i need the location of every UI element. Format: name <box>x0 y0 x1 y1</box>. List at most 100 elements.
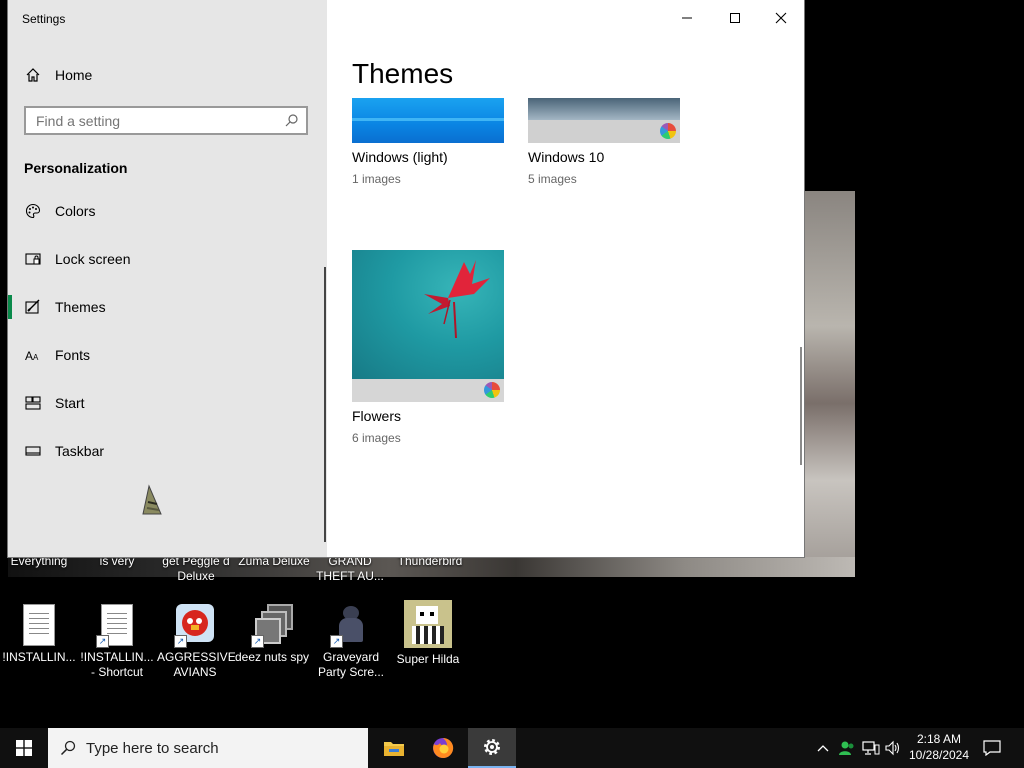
desktop-icon-label: !INSTALLIN... - Shortcut <box>80 650 154 679</box>
minimize-icon <box>682 17 692 19</box>
angry-bird-icon: ↗ <box>174 604 214 648</box>
flower-image <box>424 260 490 339</box>
theme-name: Windows 10 <box>528 149 605 165</box>
color-swatch-icon <box>660 123 676 139</box>
taskbar-icon <box>24 442 42 460</box>
firefox-icon <box>433 737 454 758</box>
document-icon <box>20 604 58 646</box>
action-center-button[interactable] <box>978 728 1006 768</box>
nav-item-themes[interactable]: Themes <box>24 295 106 319</box>
window-stack-icon: ↗ <box>251 604 293 648</box>
theme-thumbnail <box>352 98 504 143</box>
cursor-icon <box>139 484 165 523</box>
desktop-icon-graveyard[interactable]: ↗ Graveyard Party Scre... <box>313 604 389 680</box>
search-icon <box>60 740 76 756</box>
nav-item-fonts[interactable]: AA Fonts <box>24 343 90 367</box>
theme-tile-windows-10[interactable]: Windows 10 5 images <box>528 98 680 186</box>
page-title: Themes <box>352 58 454 89</box>
taskbar-search-placeholder: Type here to search <box>86 739 219 757</box>
desktop-icon-installing-shortcut[interactable]: ↗ !INSTALLIN... - Shortcut <box>79 604 155 680</box>
minimize-button[interactable] <box>664 0 710 36</box>
desktop-icon-super-hilda[interactable]: Super Hilda <box>390 600 466 667</box>
folder-icon <box>384 742 404 756</box>
nav-item-label: Taskbar <box>55 443 105 459</box>
desktop-icon-label: deez nuts spy <box>234 650 310 664</box>
windows-logo-icon <box>16 740 32 756</box>
svg-text:A: A <box>25 349 33 363</box>
nav-home[interactable]: Home <box>24 63 92 87</box>
window-title: Settings <box>22 12 66 26</box>
theme-thumbnail <box>352 250 504 402</box>
svg-text:A: A <box>33 353 39 362</box>
close-button[interactable] <box>758 0 804 36</box>
theme-tile-windows-light[interactable]: Windows (light) 1 images <box>352 98 504 186</box>
theme-count: 1 images <box>352 172 401 186</box>
theme-name: Flowers <box>352 408 402 424</box>
search-icon[interactable] <box>285 113 299 132</box>
graveyard-icon: ↗ <box>330 604 370 648</box>
desktop-icon-deez-nuts-spy[interactable]: ↗ deez nuts spy <box>234 604 310 665</box>
nav-item-taskbar[interactable]: Taskbar <box>24 439 104 463</box>
desktop-wallpaper <box>803 191 855 577</box>
theme-count: 6 images <box>352 431 401 445</box>
maximize-icon <box>730 13 740 23</box>
nav-item-label: Fonts <box>55 347 91 363</box>
desktop-label-gta[interactable]: GRAND THEFT AU... <box>316 554 384 584</box>
gear-icon <box>484 739 500 755</box>
desktop-icon-label: Super Hilda <box>396 652 460 666</box>
lock-screen-icon <box>24 250 42 268</box>
theme-tile-flowers[interactable]: Flowers 6 images <box>352 250 504 445</box>
maximize-button[interactable] <box>712 0 758 36</box>
palette-icon <box>24 202 42 220</box>
start-button[interactable] <box>0 728 48 768</box>
desktop-icon-label: !INSTALLIN... <box>2 650 76 664</box>
document-shortcut-icon: ↗ <box>96 604 136 648</box>
nav-home-label: Home <box>55 67 93 83</box>
find-setting-box[interactable] <box>24 106 308 135</box>
color-swatch-icon <box>484 382 500 398</box>
taskbar: Type here to search 2:18 AM 10/28/2024 <box>0 728 1024 768</box>
clock-date: 10/28/2024 <box>908 748 970 762</box>
tray-network[interactable] <box>860 728 882 768</box>
clock-time: 2:18 AM <box>916 732 962 746</box>
desktop-icon-label: Graveyard Party Scre... <box>317 650 385 679</box>
nav-item-start[interactable]: Start <box>24 391 85 415</box>
nav-item-label: Colors <box>55 203 96 219</box>
tray-chevron-button[interactable] <box>812 728 834 768</box>
chevron-up-icon <box>817 745 829 752</box>
tray-people[interactable] <box>836 728 858 768</box>
people-icon <box>839 741 854 755</box>
theme-count: 5 images <box>528 172 577 186</box>
theme-thumbnail <box>528 98 680 143</box>
fonts-icon: AA <box>24 346 42 364</box>
network-icon <box>862 741 880 755</box>
find-setting-input[interactable] <box>26 108 286 133</box>
close-icon <box>775 12 787 24</box>
active-indicator <box>8 295 12 319</box>
themes-icon <box>24 298 42 316</box>
notification-icon <box>983 740 1001 756</box>
nav-item-label: Start <box>55 395 85 411</box>
desktop-icon-aggressive-avians[interactable]: ↗ AGGRESSIVE AVIANS <box>157 604 236 680</box>
desktop-icon-installing[interactable]: !INSTALLIN... <box>1 604 77 665</box>
taskbar-search-box[interactable]: Type here to search <box>48 728 368 768</box>
content-scrollbar[interactable] <box>800 347 802 465</box>
desktop-icon-label: AGGRESSIVE AVIANS <box>157 650 236 679</box>
nav-item-label: Themes <box>55 299 106 315</box>
nav-item-lock-screen[interactable]: Lock screen <box>24 247 130 271</box>
nav-item-label: Lock screen <box>55 251 131 267</box>
settings-nav-pane: Settings Home Personalization Colors <box>8 0 327 557</box>
themes-content: Themes Windows (light) 1 images Windows … <box>328 0 804 557</box>
theme-name: Windows (light) <box>352 149 448 165</box>
taskbar-file-explorer[interactable] <box>370 728 418 768</box>
taskbar-firefox[interactable] <box>419 728 467 768</box>
nav-scrollbar[interactable] <box>324 267 326 542</box>
settings-window: Settings Home Personalization Colors <box>8 0 804 557</box>
start-icon <box>24 394 42 412</box>
desktop-label-peggle[interactable]: get Peggle d Deluxe <box>158 554 234 584</box>
taskbar-clock[interactable]: 2:18 AM 10/28/2024 <box>900 731 978 763</box>
section-title: Personalization <box>24 160 128 176</box>
taskbar-settings[interactable] <box>468 728 516 768</box>
home-icon <box>24 66 42 84</box>
nav-item-colors[interactable]: Colors <box>24 199 95 223</box>
